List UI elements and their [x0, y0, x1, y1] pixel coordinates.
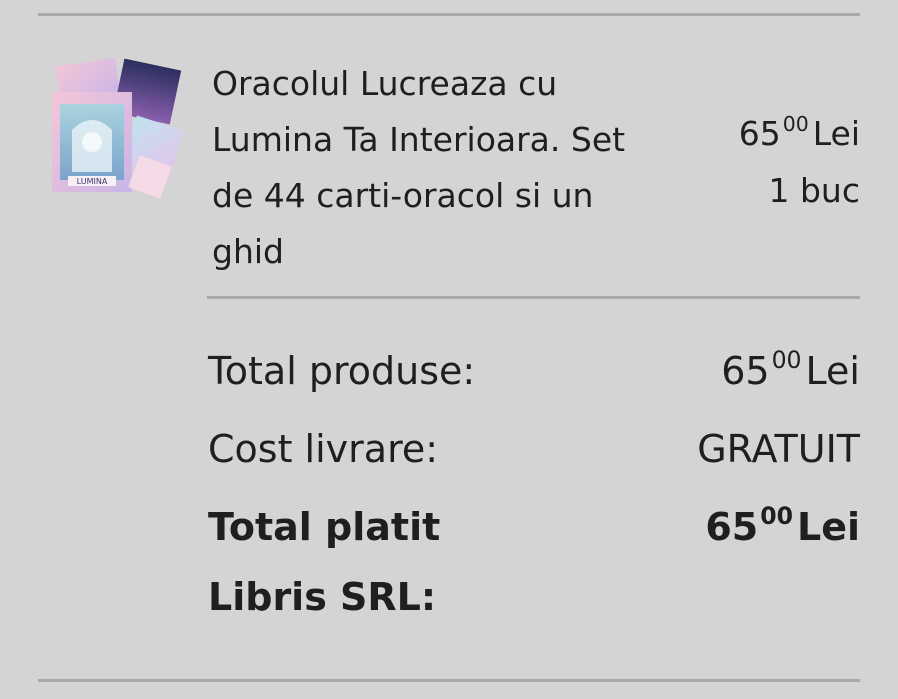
total-paid-int: 65 — [705, 505, 759, 549]
product-price: 6500 Lei — [739, 106, 860, 166]
total-products-int: 65 — [721, 349, 770, 393]
shipping-value: GRATUIT — [697, 427, 860, 471]
total-paid-value: 6500 Lei — [705, 497, 860, 562]
product-quantity: 1 buc — [768, 171, 861, 210]
total-paid-currency: Lei — [796, 505, 860, 549]
total-products-row: Total produse: 6500 Lei — [208, 341, 860, 401]
total-paid-label: Total platit — [208, 505, 441, 549]
bottom-divider — [38, 679, 860, 682]
product-name[interactable]: Oracolul Lucreaza cu Lumina Ta Interioar… — [212, 56, 642, 280]
top-divider — [38, 13, 860, 16]
total-products-label: Total produse: — [208, 349, 476, 393]
seller-row: Libris SRL: — [208, 567, 860, 627]
total-paid-row: Total platit 6500 Lei — [208, 497, 860, 557]
total-products-currency: Lei — [805, 349, 860, 393]
seller-name: Libris SRL: — [208, 575, 437, 619]
book-cover-image[interactable]: LUMINA — [38, 52, 188, 202]
product-price-currency: Lei — [812, 114, 860, 153]
total-products-value: 6500 Lei — [721, 341, 860, 406]
total-products-dec: 00 — [771, 345, 802, 374]
product-price-dec: 00 — [782, 111, 809, 136]
middle-divider — [207, 296, 860, 299]
book-cover-title: LUMINA — [77, 177, 108, 186]
product-price-int: 65 — [738, 114, 781, 153]
shipping-label: Cost livrare: — [208, 427, 439, 471]
total-paid-dec: 00 — [760, 501, 793, 530]
shipping-row: Cost livrare: GRATUIT — [208, 419, 860, 479]
